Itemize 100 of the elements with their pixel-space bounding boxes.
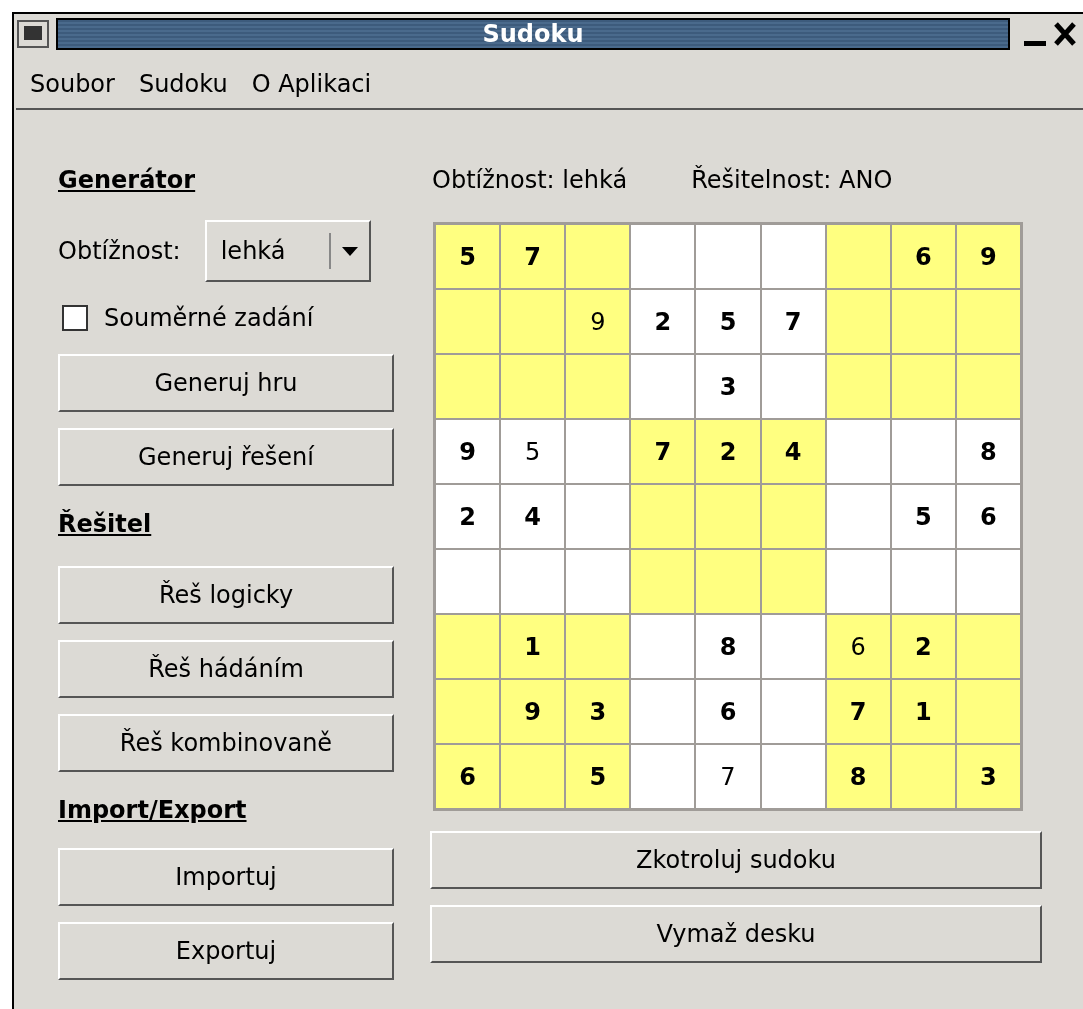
board-cell[interactable]: 6 bbox=[891, 225, 955, 288]
board-cell[interactable] bbox=[631, 225, 695, 288]
cell-digit: 2 bbox=[459, 501, 476, 533]
board-cell[interactable]: 6 bbox=[956, 485, 1020, 548]
difficulty-dropdown[interactable]: lehká bbox=[204, 220, 371, 282]
board-cell[interactable]: 7 bbox=[501, 225, 565, 288]
board-cell[interactable]: 9 bbox=[566, 290, 630, 353]
board-cell[interactable] bbox=[826, 225, 890, 288]
board-cell[interactable] bbox=[501, 745, 565, 808]
board-cell[interactable] bbox=[891, 745, 955, 808]
board-cell[interactable]: 3 bbox=[956, 745, 1020, 808]
board-cell[interactable] bbox=[826, 485, 890, 548]
board-cell[interactable] bbox=[696, 225, 760, 288]
board-cell[interactable] bbox=[631, 485, 695, 548]
board-cell[interactable]: 9 bbox=[956, 225, 1020, 288]
board-cell[interactable] bbox=[956, 680, 1020, 743]
board-cell[interactable]: 6 bbox=[436, 745, 500, 808]
board-cell[interactable]: 4 bbox=[761, 420, 825, 483]
board-cell[interactable]: 5 bbox=[891, 485, 955, 548]
board-cell[interactable]: 7 bbox=[696, 745, 760, 808]
board-cell[interactable] bbox=[826, 420, 890, 483]
board-cell[interactable] bbox=[956, 550, 1020, 613]
board-cell[interactable] bbox=[956, 355, 1020, 418]
board-cell[interactable] bbox=[631, 745, 695, 808]
board-cell[interactable] bbox=[566, 420, 630, 483]
board-cell[interactable] bbox=[826, 290, 890, 353]
action-button[interactable]: Řeš hádáním bbox=[58, 640, 394, 698]
board-cell[interactable] bbox=[956, 290, 1020, 353]
action-button[interactable]: Zkotroluj sudoku bbox=[430, 831, 1042, 889]
board-cell[interactable] bbox=[956, 615, 1020, 678]
board-cell[interactable] bbox=[631, 615, 695, 678]
cell-digit: 5 bbox=[914, 501, 932, 533]
board-cell[interactable] bbox=[631, 550, 695, 613]
action-button[interactable]: Vymaž desku bbox=[430, 905, 1042, 963]
board-cell[interactable] bbox=[501, 290, 565, 353]
board-cell[interactable] bbox=[696, 550, 760, 613]
cell-digit: 9 bbox=[524, 696, 541, 728]
board-cell[interactable]: 5 bbox=[501, 420, 565, 483]
action-button[interactable]: Generuj hru bbox=[58, 354, 394, 412]
menu-item[interactable]: O Aplikaci bbox=[251, 66, 372, 102]
board-cell[interactable] bbox=[891, 420, 955, 483]
action-button[interactable]: Generuj řešení bbox=[58, 428, 394, 486]
board-cell[interactable] bbox=[761, 680, 825, 743]
board-cell[interactable] bbox=[436, 550, 500, 613]
board-cell[interactable] bbox=[761, 745, 825, 808]
board-cell[interactable]: 4 bbox=[501, 485, 565, 548]
board-cell[interactable] bbox=[826, 550, 890, 613]
board-cell[interactable] bbox=[891, 550, 955, 613]
board-cell[interactable] bbox=[501, 355, 565, 418]
board-cell[interactable] bbox=[566, 615, 630, 678]
board-cell[interactable]: 2 bbox=[696, 420, 760, 483]
board-cell[interactable]: 5 bbox=[696, 290, 760, 353]
action-button[interactable]: Importuj bbox=[58, 848, 394, 906]
board-cell[interactable]: 7 bbox=[761, 290, 825, 353]
board-cell[interactable]: 6 bbox=[696, 680, 760, 743]
board-cell[interactable]: 2 bbox=[436, 485, 500, 548]
board-cell[interactable] bbox=[761, 485, 825, 548]
board-cell[interactable] bbox=[761, 355, 825, 418]
cell-digit: 7 bbox=[784, 306, 802, 338]
board-cell[interactable] bbox=[761, 615, 825, 678]
board-cell[interactable] bbox=[566, 485, 630, 548]
menu-item[interactable]: Soubor bbox=[30, 66, 115, 102]
menu-item[interactable]: Sudoku bbox=[138, 66, 228, 102]
board-cell[interactable] bbox=[891, 290, 955, 353]
board-cell[interactable]: 9 bbox=[436, 420, 500, 483]
board-cell[interactable]: 3 bbox=[696, 355, 760, 418]
checkbox[interactable] bbox=[62, 305, 88, 331]
board-cell[interactable]: 6 bbox=[826, 615, 890, 678]
board-cell[interactable] bbox=[631, 680, 695, 743]
board-cell[interactable] bbox=[566, 225, 630, 288]
board-cell[interactable] bbox=[436, 680, 500, 743]
board-cell[interactable]: 1 bbox=[501, 615, 565, 678]
board-cell[interactable]: 5 bbox=[436, 225, 500, 288]
board-cell[interactable]: 5 bbox=[566, 745, 630, 808]
board-cell[interactable] bbox=[436, 290, 500, 353]
board-cell[interactable]: 2 bbox=[631, 290, 695, 353]
board-cell[interactable]: 8 bbox=[696, 615, 760, 678]
board-cell[interactable] bbox=[696, 485, 760, 548]
board-cell[interactable] bbox=[761, 225, 825, 288]
window-menu-icon[interactable] bbox=[16, 18, 52, 50]
action-button[interactable]: Řeš logicky bbox=[58, 566, 394, 624]
board-cell[interactable] bbox=[566, 550, 630, 613]
board-cell[interactable]: 7 bbox=[631, 420, 695, 483]
board-cell[interactable]: 7 bbox=[826, 680, 890, 743]
board-cell[interactable] bbox=[891, 355, 955, 418]
action-button[interactable]: Exportuj bbox=[58, 922, 394, 980]
board-cell[interactable]: 1 bbox=[891, 680, 955, 743]
action-button[interactable]: Řeš kombinovaně bbox=[58, 714, 394, 772]
board-cell[interactable] bbox=[436, 615, 500, 678]
board-cell[interactable]: 8 bbox=[826, 745, 890, 808]
board-cell[interactable]: 3 bbox=[566, 680, 630, 743]
board-cell[interactable] bbox=[826, 355, 890, 418]
board-cell[interactable]: 8 bbox=[956, 420, 1020, 483]
board-cell[interactable] bbox=[436, 355, 500, 418]
board-cell[interactable]: 2 bbox=[891, 615, 955, 678]
board-cell[interactable] bbox=[631, 355, 695, 418]
board-cell[interactable]: 9 bbox=[501, 680, 565, 743]
board-cell[interactable] bbox=[761, 550, 825, 613]
board-cell[interactable] bbox=[566, 355, 630, 418]
board-cell[interactable] bbox=[501, 550, 565, 613]
